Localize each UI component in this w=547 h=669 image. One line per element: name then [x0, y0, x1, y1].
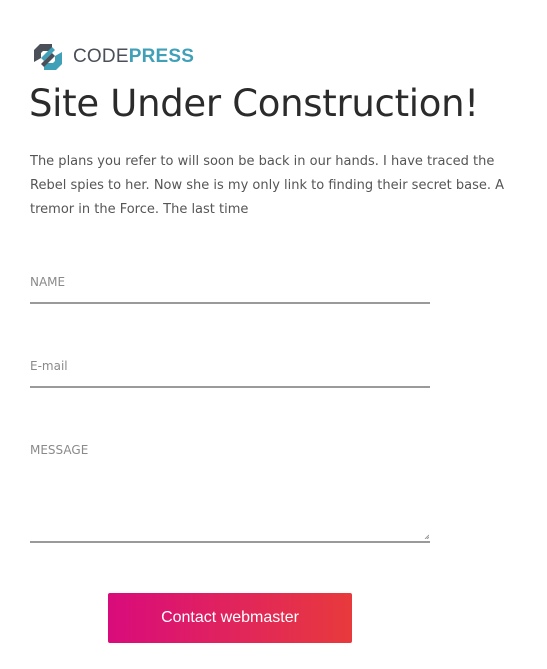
page-title: Site Under Construction! [29, 82, 479, 125]
contact-webmaster-button[interactable]: Contact webmaster [108, 593, 352, 643]
email-input[interactable] [30, 352, 430, 380]
intro-text: The plans you refer to will soon be back… [30, 154, 505, 217]
codepress-logo-icon [34, 44, 62, 70]
resize-handle-icon[interactable] [424, 534, 429, 539]
message-textarea[interactable] [30, 437, 430, 537]
email-field-wrapper [30, 352, 430, 388]
brand-name-code: CODE [73, 46, 129, 67]
brand-name: CODEPRESS [73, 40, 194, 74]
brand-name-press: PRESS [128, 46, 195, 67]
name-input[interactable] [30, 268, 430, 296]
message-field-wrapper [30, 437, 430, 543]
name-field-wrapper [30, 268, 430, 304]
brand-logo: CODEPRESS [30, 40, 194, 74]
